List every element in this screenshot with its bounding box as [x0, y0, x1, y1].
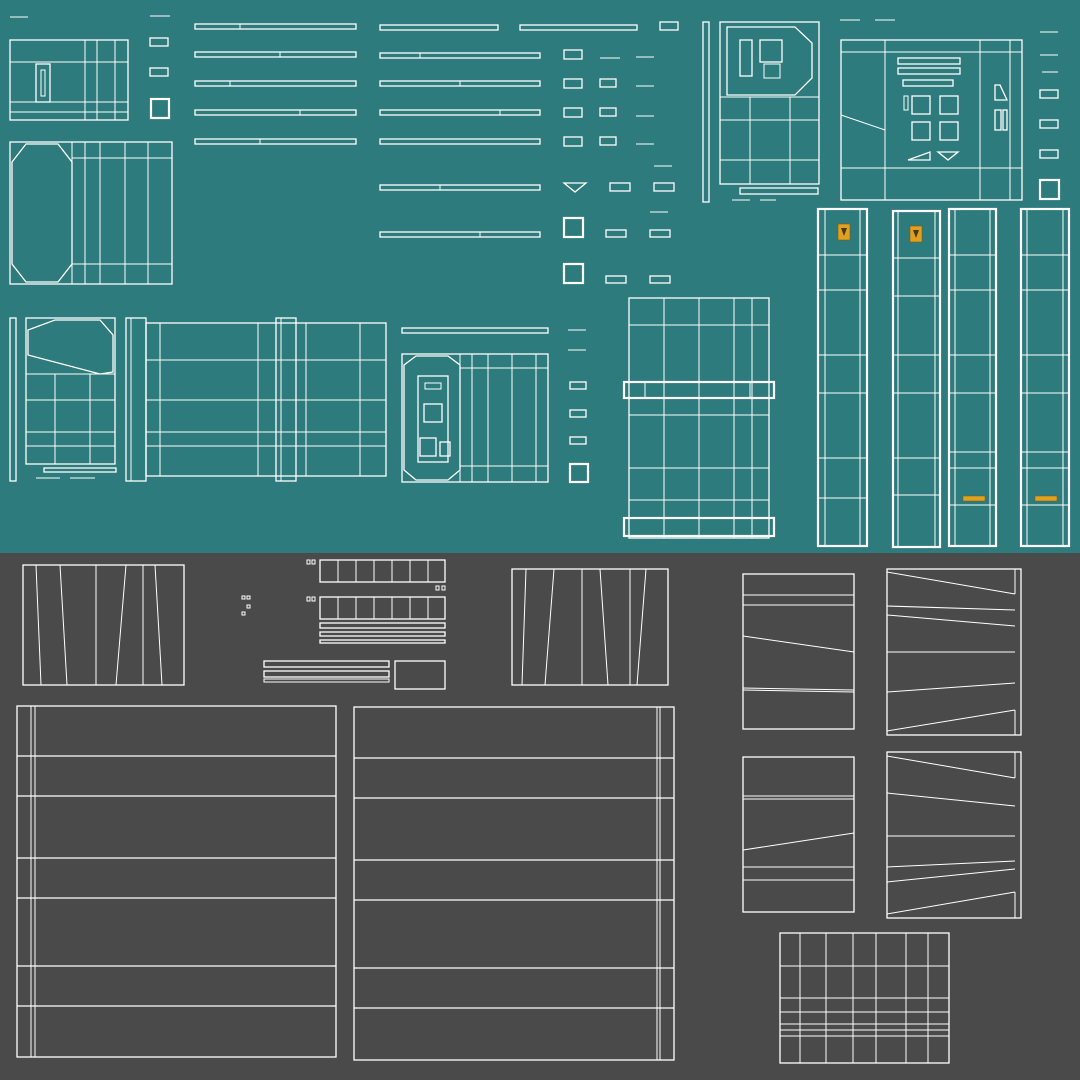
- uv-map: [0, 0, 1080, 1080]
- bottom-texture-region: [0, 553, 1080, 1080]
